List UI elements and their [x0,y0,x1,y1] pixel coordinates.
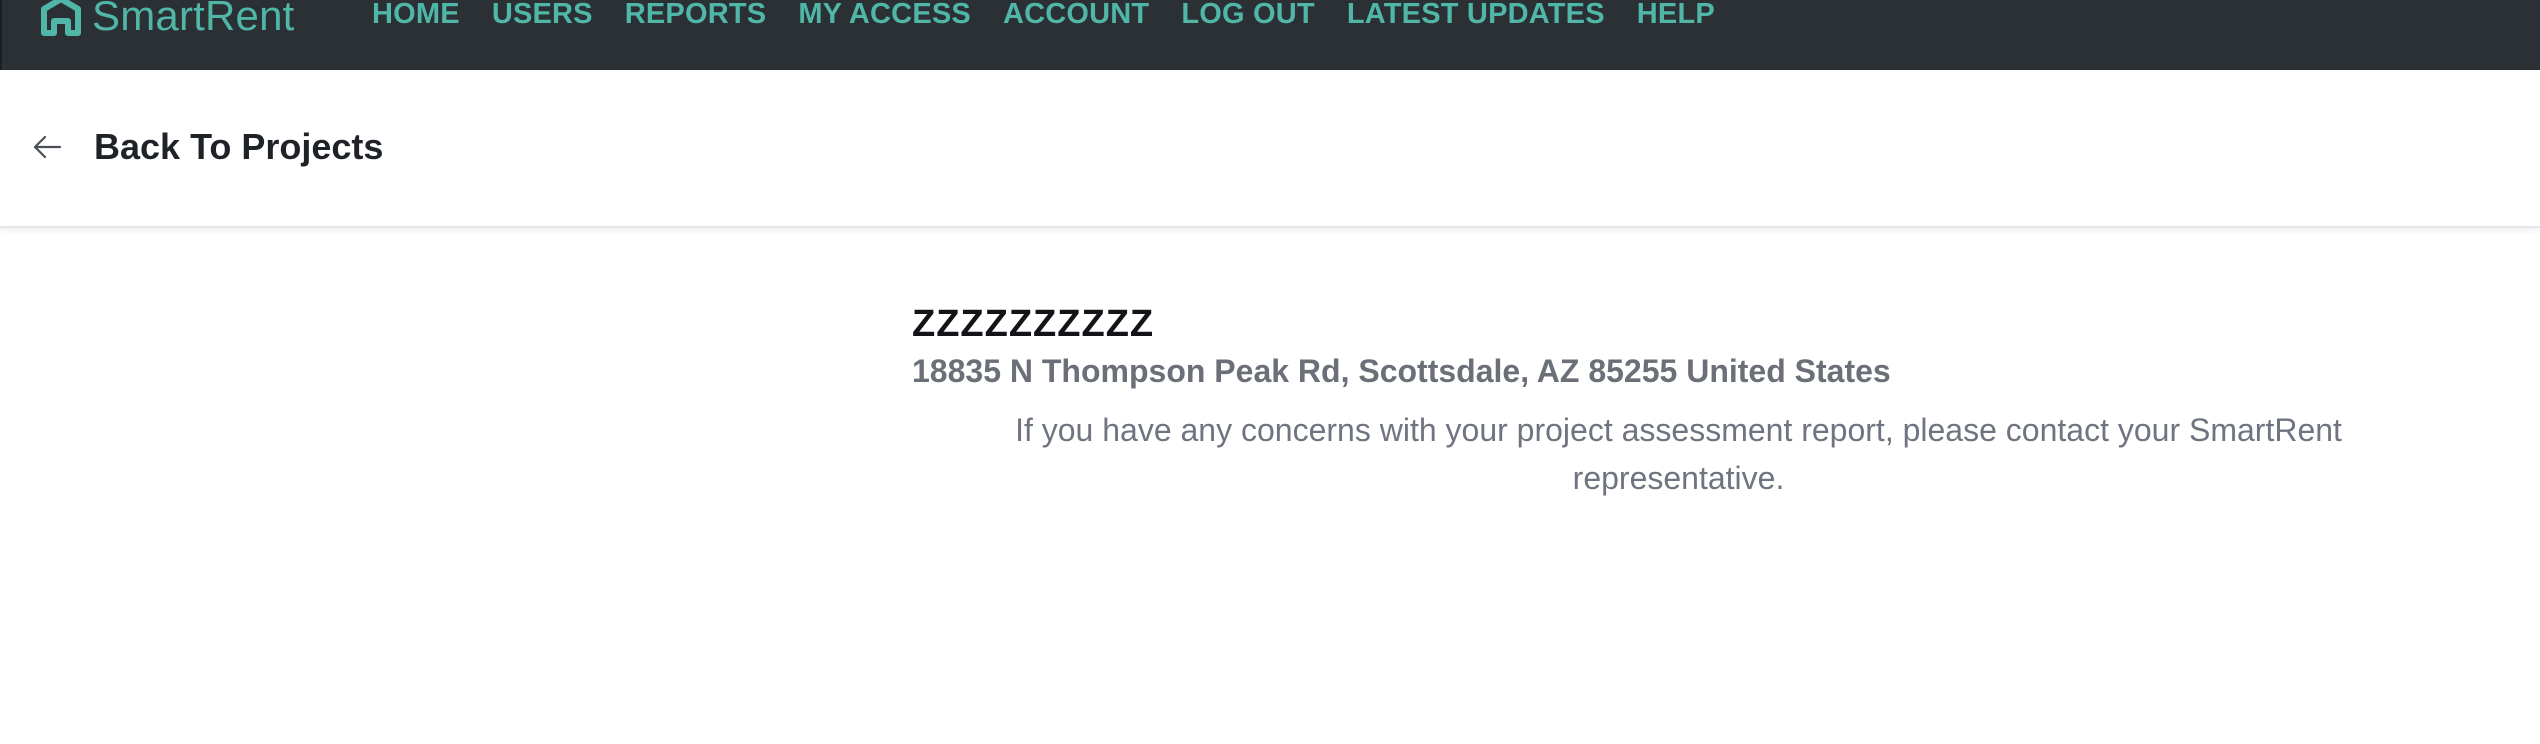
brand-name: SmartRent [92,0,295,39]
nav-item-reports[interactable]: REPORTS [625,0,767,34]
project-title: ZZZZZZZZZZ [912,303,1155,345]
top-navigation-bar: SmartRent HOME USERS REPORTS MY ACCESS A… [0,0,2540,70]
back-to-projects-button[interactable]: Back To Projects [30,124,383,170]
project-assessment-content: ZZZZZZZZZZ 18835 N Thompson Peak Rd, Sco… [912,300,2472,502]
arrow-left-icon [33,135,62,159]
nav-item-latest-updates[interactable]: LATEST UPDATES [1347,0,1605,34]
nav-item-my-access[interactable]: MY ACCESS [798,0,971,34]
smartrent-house-logo-icon [41,0,81,36]
project-address: 18835 N Thompson Peak Rd, Scottsdale, AZ… [912,353,1891,389]
contact-notice: If you have any concerns with your proje… [1015,412,2342,496]
page-subheader: Back To Projects [0,70,2540,228]
nav-item-home[interactable]: HOME [372,0,460,34]
brand-logo-link[interactable]: SmartRent [40,0,295,42]
nav-item-users[interactable]: USERS [492,0,593,34]
nav-item-account[interactable]: ACCOUNT [1003,0,1149,34]
main-navigation: HOME USERS REPORTS MY ACCESS ACCOUNT LOG… [372,0,1715,34]
nav-item-help[interactable]: HELP [1637,0,1715,34]
nav-item-log-out[interactable]: LOG OUT [1181,0,1315,34]
back-to-projects-label: Back To Projects [94,126,384,167]
